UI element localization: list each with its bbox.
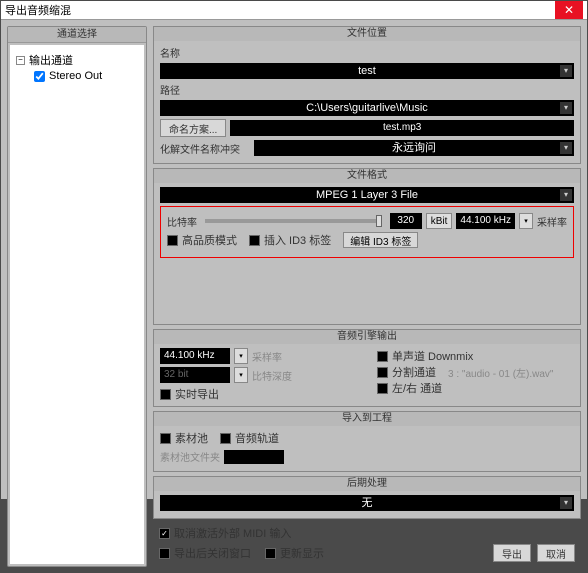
export-dialog: 导出音频缩混 ✕ 通道选择 − 输出通道 Stereo Out 文件位置 [1,1,587,499]
name-field[interactable]: test▾ [160,63,574,79]
dropdown-icon[interactable]: ▾ [560,102,572,114]
realtime-checkbox[interactable] [160,389,171,400]
window-title: 导出音频缩混 [5,2,555,18]
filename-field: test.mp3 [230,120,574,136]
engine-bd-field: 32 bit [160,367,230,383]
pool-checkbox[interactable] [160,433,171,444]
bitrate-value[interactable]: 320 [390,213,422,229]
update-checkbox[interactable] [265,548,276,559]
file-location-header: 文件位置 [154,27,580,41]
conflict-field[interactable]: 永远询问▾ [254,140,574,156]
file-location-section: 文件位置 名称 test▾ 路径 C:\Users\guitarlive\Mus… [153,26,581,164]
id3-checkbox[interactable] [249,235,260,246]
dropdown-icon[interactable]: ▾ [560,189,572,201]
engine-header: 音频引擎输出 [154,330,580,344]
samplerate-dropdown[interactable]: ▾ [519,213,533,229]
collapse-icon[interactable]: − [16,56,25,65]
cancel-button[interactable]: 取消 [537,544,575,562]
engine-sr-field[interactable]: 44.100 kHz [160,348,230,364]
channel-panel: 通道选择 − 输出通道 Stereo Out [7,26,147,567]
bitrate-label: 比特率 [167,214,197,229]
bitrate-slider[interactable] [205,219,382,223]
project-header: 导入到工程 [154,412,580,426]
split-checkbox[interactable] [377,367,388,378]
name-label: 名称 [160,45,190,60]
channel-header: 通道选择 [8,27,146,43]
tree-child[interactable]: Stereo Out [16,69,138,83]
lr-checkbox[interactable] [377,383,388,394]
dropdown-icon: ▾ [234,367,248,383]
track-checkbox[interactable] [220,433,231,444]
engine-section: 音频引擎输出 44.100 kHz▾采样率 32 bit▾比特深度 实时导出 单… [153,329,581,407]
bitrate-unit: kBit [426,213,453,229]
codec-field[interactable]: MPEG 1 Layer 3 File▾ [160,187,574,203]
tree-root[interactable]: − 输出通道 [16,51,138,69]
hq-checkbox[interactable] [167,235,178,246]
export-button[interactable]: 导出 [493,544,531,562]
titlebar: 导出音频缩混 ✕ [1,1,587,20]
conflict-label: 化解文件名称冲突 [160,141,250,156]
dropdown-icon[interactable]: ▾ [560,142,572,154]
project-section: 导入到工程 素材池 音频轨道 素材池文件夹 [153,411,581,472]
pool-folder-field [224,450,284,464]
edit-id3-button[interactable]: 编辑 ID3 标签 [343,232,418,248]
channel-checkbox[interactable] [34,71,45,82]
pool-folder-label: 素材池文件夹 [160,449,220,464]
path-label: 路径 [160,82,190,97]
naming-scheme-button[interactable]: 命名方案... [160,119,226,137]
path-field[interactable]: C:\Users\guitarlive\Music▾ [160,100,574,116]
close-checkbox[interactable] [159,548,170,559]
post-field[interactable]: 无▾ [160,495,574,511]
close-button[interactable]: ✕ [555,1,583,19]
dropdown-icon[interactable]: ▾ [234,348,248,364]
post-section: 后期处理 无▾ [153,476,581,519]
dropdown-icon[interactable]: ▾ [560,65,572,77]
dropdown-icon[interactable]: ▾ [560,497,572,509]
midi-checkbox[interactable] [159,528,170,539]
bitrate-highlight: 比特率 320 kBit 44.100 kHz ▾ 采样率 高品质模式 插入 I… [160,206,574,258]
mono-checkbox[interactable] [377,351,388,362]
samplerate-field[interactable]: 44.100 kHz [456,213,515,229]
post-header: 后期处理 [154,477,580,491]
samplerate-label: 采样率 [537,214,567,229]
file-format-header: 文件格式 [154,169,580,183]
channel-tree: − 输出通道 Stereo Out [10,45,144,564]
file-format-section: 文件格式 MPEG 1 Layer 3 File▾ 比特率 320 kBit 4… [153,168,581,325]
